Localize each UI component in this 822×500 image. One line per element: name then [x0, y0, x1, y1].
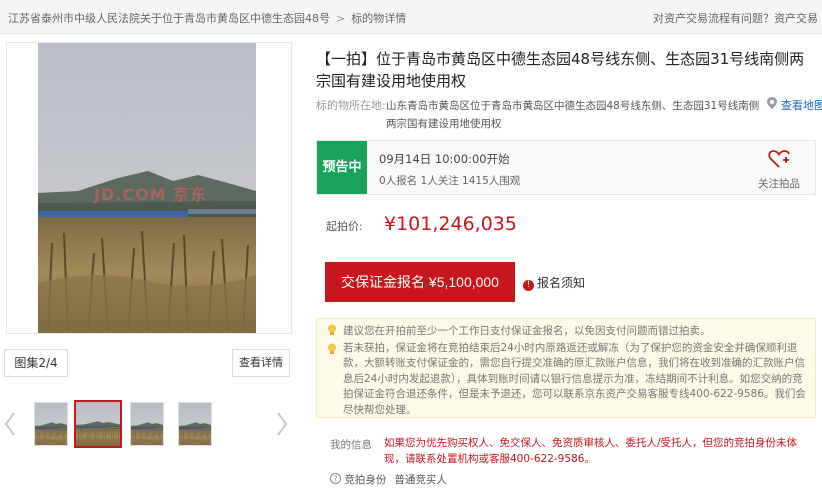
location-label: 标的物所在地:: [316, 99, 386, 112]
follow-item-button[interactable]: 关注拍品: [757, 149, 801, 191]
tip-payment-advice: 建议您在开拍前至少一个工作日支付保证金报名，以免因支付问题而错过拍卖。: [343, 325, 711, 337]
chevron-right-icon[interactable]: [274, 410, 290, 438]
registration-notice-label: 报名须知: [537, 276, 586, 290]
pay-deposit-register-button[interactable]: 交保证金报名 ¥5,100,000: [325, 262, 515, 302]
bid-identity-row: ? 竞拍身份 普通竞买人: [330, 472, 447, 487]
breadcrumb-court-link[interactable]: 江苏省泰州市中级人民法院关于位于青岛市黄岛区中德生态园48号: [8, 12, 330, 25]
heart-plus-icon: [768, 150, 790, 168]
thumbnail-2-active[interactable]: [74, 400, 122, 448]
thumbnail-4[interactable]: [178, 402, 212, 446]
view-map-link[interactable]: 查看地图: [781, 97, 822, 113]
location-text: 山东青岛市黄岛区位于青岛市黄岛区中德生态园48号线东侧、生态园31号线南侧两宗国…: [386, 100, 760, 130]
starting-price-label: 起拍价:: [326, 220, 363, 233]
view-details-button[interactable]: 查看详情: [232, 349, 290, 377]
registration-notice-link[interactable]: ! 报名须知: [523, 274, 585, 291]
auction-status-panel: 预告中 09月14日 10:00:00开始 0人报名 1人关注 1415人围观 …: [316, 140, 816, 195]
follow-label: 关注拍品: [758, 178, 800, 190]
main-image-frame: JD.COM 京东: [6, 42, 292, 334]
lightbulb-icon: [327, 324, 337, 336]
watermark: JD.COM 京东: [94, 185, 208, 204]
status-badge: 预告中: [317, 141, 367, 194]
bid-identity-label: 竞拍身份: [344, 474, 387, 486]
my-info-notice: 如果您为优先购买权人、免交保人、免资质审核人、委托人/受托人，但您的竞拍身份未体…: [384, 437, 798, 465]
breadcrumb-separator: >: [336, 12, 346, 25]
help-circle-icon[interactable]: ?: [330, 473, 341, 484]
tips-panel: 建议您在开拍前至少一个工作日支付保证金报名，以免因支付问题而错过拍卖。 若未获拍…: [316, 318, 816, 418]
lightbulb-icon: [327, 343, 337, 355]
auction-stats: 0人报名 1人关注 1415人围观: [379, 175, 521, 187]
item-title: 【一拍】位于青岛市黄岛区中德生态园48号线东侧、生态园31号线南侧两宗国有建设用…: [316, 50, 805, 90]
thumbnail-1[interactable]: [34, 402, 68, 446]
map-pin-icon: [766, 96, 778, 110]
main-image[interactable]: JD.COM 京东: [38, 43, 256, 333]
starting-price: ¥101,246,035: [384, 213, 517, 235]
chevron-left-icon[interactable]: [2, 410, 18, 438]
tip-deposit-refund: 若未获拍，保证金将在竞拍结束后24小时内原路返还或解冻（为了保护您的资金安全并确…: [343, 342, 806, 416]
help-link[interactable]: 对资产交易流程有问题？资产交易: [653, 10, 818, 26]
thumbnail-3[interactable]: [130, 402, 164, 446]
start-time: 09月14日 10:00:00开始: [379, 152, 510, 166]
alert-icon: !: [523, 280, 534, 291]
svg-text:?: ?: [333, 475, 337, 484]
bid-identity-value: 普通竞买人: [394, 474, 447, 486]
breadcrumb-current: 标的物详情: [351, 12, 407, 25]
my-info-label: 我的信息: [330, 439, 372, 451]
album-counter-button[interactable]: 图集2/4: [4, 349, 68, 377]
breadcrumb: 江苏省泰州市中级人民法院关于位于青岛市黄岛区中德生态园48号 > 标的物详情: [8, 10, 406, 26]
top-bar: 江苏省泰州市中级人民法院关于位于青岛市黄岛区中德生态园48号 > 标的物详情 对资产…: [0, 0, 822, 34]
